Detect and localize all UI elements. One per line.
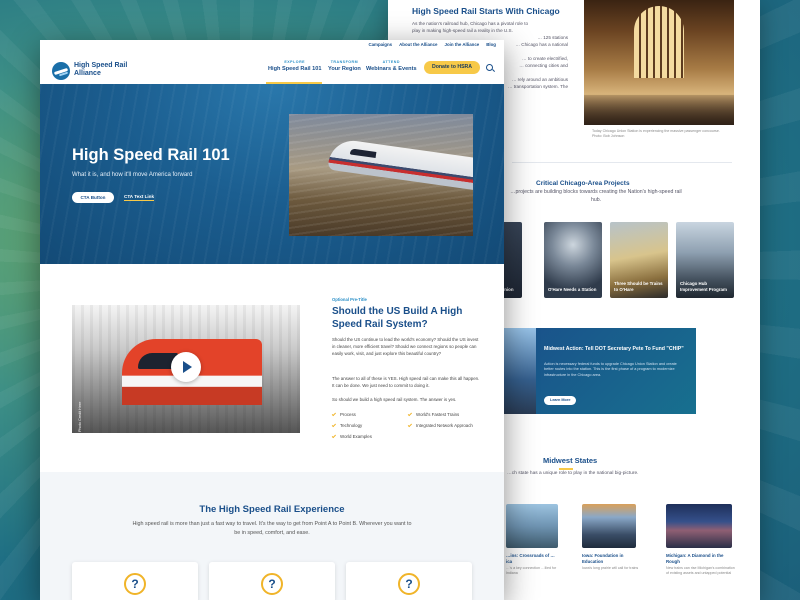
- project-card[interactable]: O'Hare Needs a Station: [544, 222, 602, 298]
- state-card-image[interactable]: [666, 504, 732, 548]
- checklist-label: World's Fastest Trains: [416, 412, 460, 417]
- station-photo-caption: Today Chicago Union Station is experienc…: [592, 129, 720, 138]
- state-card-sub: …'s a key connection …llied for Indiana: [506, 566, 557, 575]
- check-icon: [407, 422, 413, 428]
- banner-text: Action is necessary federal funds to upg…: [544, 362, 677, 377]
- learn-more-button[interactable]: Learn More: [544, 396, 577, 405]
- question-icon: ?: [261, 573, 283, 595]
- union-station-photo: [584, 0, 734, 125]
- checklist-label: Integrated Network Approach: [416, 423, 473, 428]
- video-player[interactable]: [72, 305, 300, 433]
- nav-eyebrow: ATTEND: [382, 60, 400, 64]
- train-window: [349, 148, 377, 158]
- logo-text[interactable]: High Speed Rail Alliance: [74, 62, 144, 78]
- experience-card[interactable]: ?: [72, 562, 198, 600]
- section-paragraph: The answer to all of these is YES. High …: [332, 376, 480, 388]
- question-icon: ?: [124, 573, 146, 595]
- hero-train-photo: [289, 114, 473, 236]
- util-link-join[interactable]: Join the Alliance: [445, 42, 480, 47]
- checklist-label: Process: [340, 412, 356, 417]
- state-card-sub: Iowa's long prairie will call for trains: [582, 566, 639, 570]
- chicago-line: play in making high-speed rail a reality…: [412, 28, 513, 33]
- hero-cta-link[interactable]: CTA Text Link: [124, 194, 155, 201]
- nav-label: Webinars & Events: [366, 66, 417, 72]
- experience-text: High speed rail is more than just a fast…: [132, 521, 412, 536]
- check-icon: [331, 433, 337, 439]
- chicago-line: As the nation's railroad hub, Chicago ha…: [412, 21, 529, 26]
- util-link-about[interactable]: About the Alliance: [399, 42, 437, 47]
- nav-item-hsr101[interactable]: EXPLORE High Speed Rail 101: [268, 60, 321, 72]
- project-card[interactable]: Three Should be Trains to O'Hare: [610, 222, 668, 298]
- state-card-label[interactable]: Michigan: A Diamond in the Rough: [666, 553, 736, 564]
- midwest-title: Midwest States: [543, 456, 598, 465]
- banner-title: Midwest Action: Tell DOT Secretary Pete …: [544, 346, 684, 352]
- checklist-item[interactable]: World's Fastest Trains: [407, 411, 460, 418]
- section-title: Should the US Build A High Speed Rail Sy…: [332, 306, 463, 330]
- question-icon: ?: [398, 573, 420, 595]
- experience-title: The High Speed Rail Experience: [199, 504, 345, 515]
- chicago-title: High Speed Rail Starts With Chicago: [412, 6, 560, 16]
- section-eyebrow: Optional Pre-Title: [332, 297, 367, 302]
- state-card-label[interactable]: Iowa: Foundation in Education: [582, 553, 642, 564]
- photo-credit: Photo Credit Here: [78, 401, 82, 432]
- front-page-mockup: Campaigns About the Alliance Join the Al…: [40, 40, 504, 600]
- midwest-text: …ch state has a unique role to play in t…: [507, 471, 639, 476]
- logo-line: High Speed Rail: [74, 62, 128, 69]
- state-card-image[interactable]: [506, 504, 558, 548]
- experience-card[interactable]: ?: [346, 562, 472, 600]
- checklist-item[interactable]: Process: [331, 411, 356, 418]
- checklist-item[interactable]: World Examples: [331, 433, 372, 440]
- banner-photo: [500, 328, 536, 414]
- section-paragraph: Should the US continue to lead the world…: [332, 337, 479, 356]
- util-link-blog[interactable]: Blog: [486, 42, 496, 47]
- nav-item-region[interactable]: TRANSFORM Your Region: [328, 60, 361, 72]
- hero-title: High Speed Rail 101: [72, 146, 230, 164]
- state-card-sub: New trains can rise Michigan's combinati…: [666, 566, 735, 575]
- state-card-label[interactable]: …ins: Crossroads of …ica: [506, 553, 558, 564]
- nav-label: High Speed Rail 101: [268, 66, 322, 72]
- checklist-label: World Examples: [340, 434, 372, 439]
- project-card-label: Chicago Hub Improvement Program: [680, 281, 727, 293]
- search-icon[interactable]: [486, 64, 493, 71]
- nav-item-webinars[interactable]: ATTEND Webinars & Events: [366, 60, 417, 72]
- utility-nav: Campaigns About the Alliance Join the Al…: [368, 42, 496, 47]
- hero-subtitle: What it is, and how it'll move America f…: [72, 172, 193, 178]
- project-card-label: Three Should be Trains to O'Hare: [614, 281, 663, 293]
- play-button-icon[interactable]: [171, 352, 201, 382]
- check-icon: [407, 411, 413, 417]
- project-card-label: O'Hare Needs a Station: [548, 287, 597, 293]
- check-icon: [331, 411, 337, 417]
- section-paragraph: So should we build a high speed rail sys…: [332, 397, 457, 402]
- checklist-item[interactable]: Technology: [331, 422, 363, 429]
- state-card-image[interactable]: [582, 504, 636, 548]
- hero-cta-button[interactable]: CTA Button: [72, 192, 114, 203]
- midwest-action-banner: Midwest Action: Tell DOT Secretary Pete …: [500, 328, 696, 414]
- train-shape: [327, 137, 473, 191]
- projects-title: Critical Chicago-Area Projects: [536, 180, 630, 187]
- projects-text: …projects are building blocks towards cr…: [510, 189, 682, 203]
- donate-button[interactable]: Donate to HSRA: [424, 61, 480, 74]
- hsra-logo-icon[interactable]: [52, 62, 70, 80]
- project-card[interactable]: Chicago Hub Improvement Program: [676, 222, 734, 298]
- nav-eyebrow: EXPLORE: [284, 60, 306, 64]
- checklist-label: Technology: [340, 423, 363, 428]
- section-divider: [512, 162, 732, 163]
- experience-card[interactable]: ?: [209, 562, 335, 600]
- checklist-item[interactable]: Integrated Network Approach: [407, 422, 476, 429]
- title-underline: [559, 468, 573, 470]
- nav-eyebrow: TRANSFORM: [330, 60, 359, 64]
- logo-line: Alliance: [74, 70, 101, 77]
- util-link-campaigns[interactable]: Campaigns: [368, 42, 392, 47]
- check-icon: [331, 422, 337, 428]
- nav-label: Your Region: [328, 66, 361, 72]
